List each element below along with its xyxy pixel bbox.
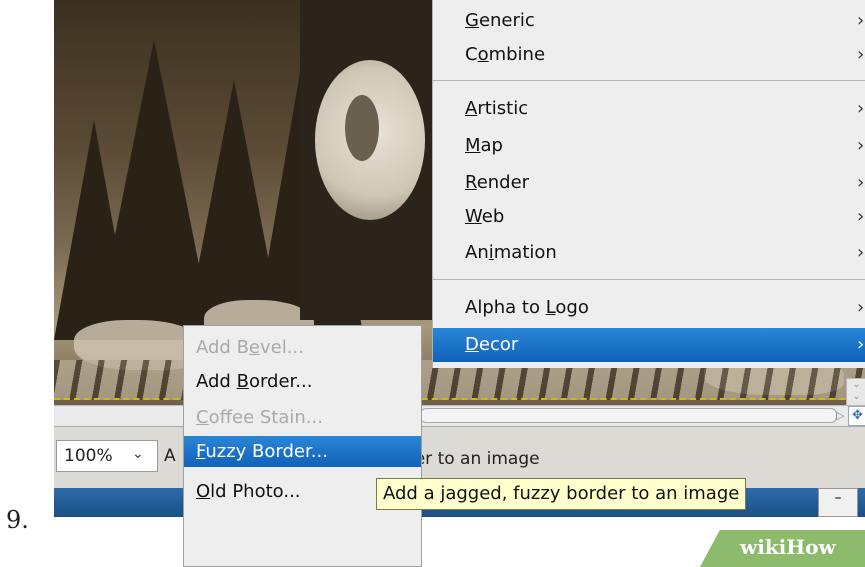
submenu-item-label: Old Photo...	[196, 476, 301, 507]
chevron-right-icon: ›	[857, 242, 865, 263]
submenu-item-add-border[interactable]: Add Border...	[184, 366, 421, 397]
decor-submenu: Add Bevel... Add Border... Coffee Stain.…	[183, 325, 422, 567]
mnemonic: B	[236, 371, 249, 392]
mnemonic: O	[196, 481, 211, 502]
label-part: mbine	[488, 44, 546, 65]
zoom-value: 100%	[64, 446, 113, 466]
menu-item-artistic[interactable]: Artistic ›	[433, 92, 865, 126]
mnemonic: A	[465, 98, 478, 119]
label-part: offee Stain...	[208, 407, 323, 428]
chevron-right-icon: ›	[857, 44, 865, 65]
submenu-item-fuzzy-border[interactable]: Fuzzy Border...	[184, 436, 421, 467]
label-part: ld Photo...	[210, 481, 301, 502]
label-part: Add B	[196, 337, 249, 358]
menu-item-label: Artistic	[465, 92, 528, 126]
status-prefix: A	[164, 446, 176, 466]
menu-item-render[interactable]: Render ›	[433, 166, 865, 200]
menu-item-label: Decor	[465, 328, 518, 362]
locomotive-headlight	[345, 95, 379, 161]
menu-item-generic[interactable]: Generic ›	[433, 4, 865, 38]
mnemonic: F	[196, 441, 206, 462]
label-part: order...	[248, 371, 313, 392]
submenu-item-label: Coffee Stain...	[196, 402, 323, 433]
watermark-text: wikiHow	[740, 535, 836, 559]
status-message: ler to an image	[410, 449, 540, 469]
menu-item-web[interactable]: Web ›	[433, 200, 865, 234]
mnemonic: o	[477, 44, 489, 65]
scroll-right-icon[interactable]: ▷	[836, 409, 844, 422]
label-part: eneric	[478, 10, 535, 31]
label-part: Alpha to	[465, 297, 546, 318]
menu-item-label: Render	[465, 166, 529, 200]
horizontal-scroll-thumb[interactable]	[420, 408, 837, 423]
menu-item-label: Combine	[465, 38, 545, 72]
menu-separator	[433, 80, 865, 81]
chevron-down-icon[interactable]: ⌄	[132, 446, 144, 462]
label-part: uzzy Border...	[205, 441, 328, 462]
label-part: ecor	[478, 334, 519, 355]
move-arrows-icon[interactable]: ✥	[848, 406, 865, 426]
chevron-right-icon: ›	[857, 206, 865, 227]
filters-menu: Generic › Combine › Artistic › Map › Ren…	[432, 0, 865, 368]
mnemonic: G	[465, 10, 479, 31]
menu-item-map[interactable]: Map ›	[433, 129, 865, 163]
label-part: ender	[476, 172, 530, 193]
mnemonic: M	[465, 135, 481, 156]
chevron-right-icon: ›	[857, 334, 865, 355]
chevron-right-icon: ›	[857, 172, 865, 193]
chevron-right-icon: ›	[857, 297, 865, 318]
menu-item-decor[interactable]: Decor ›	[433, 328, 865, 362]
chevron-right-icon: ›	[857, 10, 865, 31]
label-part: mation	[493, 242, 557, 263]
label-part: ogo	[555, 297, 589, 318]
submenu-item-label: Add Bevel...	[196, 332, 304, 363]
mnemonic: W	[465, 206, 482, 227]
step-number: 9.	[6, 506, 29, 534]
mnemonic: C	[196, 407, 209, 428]
menu-item-label: Map	[465, 129, 503, 163]
selection-marching-ants	[54, 398, 865, 400]
menu-item-label: Animation	[465, 236, 557, 270]
label-part: ap	[480, 135, 503, 156]
menu-separator	[433, 279, 865, 280]
tooltip: Add a jagged, fuzzy border to an image	[376, 478, 747, 510]
chevron-right-icon: ›	[857, 135, 865, 156]
menu-item-combine[interactable]: Combine ›	[433, 38, 865, 72]
mnemonic: D	[465, 334, 479, 355]
submenu-item-add-bevel[interactable]: Add Bevel...	[184, 332, 421, 363]
mnemonic: R	[465, 172, 477, 193]
mnemonic: L	[545, 297, 556, 318]
label-part: C	[465, 44, 478, 65]
menu-item-label: Alpha to Logo	[465, 291, 589, 325]
label-part: eb	[481, 206, 505, 227]
submenu-item-label: Add Border...	[196, 366, 312, 397]
label-part: vel...	[260, 337, 304, 358]
label-part: An	[465, 242, 489, 263]
menu-item-animation[interactable]: Animation ›	[433, 236, 865, 270]
menu-item-alpha-to-logo[interactable]: Alpha to Logo ›	[433, 291, 865, 325]
label-part: Add	[196, 371, 237, 392]
menu-item-label: Web	[465, 200, 504, 234]
label-part: rtistic	[477, 98, 529, 119]
mnemonic: e	[248, 337, 260, 358]
menu-item-label: Generic	[465, 4, 535, 38]
taskbar-button[interactable]: –	[818, 488, 858, 517]
submenu-item-coffee-stain[interactable]: Coffee Stain...	[184, 402, 421, 433]
scroll-down-icon[interactable]: ⌄ ⌄	[846, 378, 865, 406]
chevron-right-icon: ›	[857, 98, 865, 119]
submenu-item-label: Fuzzy Border...	[196, 436, 328, 467]
